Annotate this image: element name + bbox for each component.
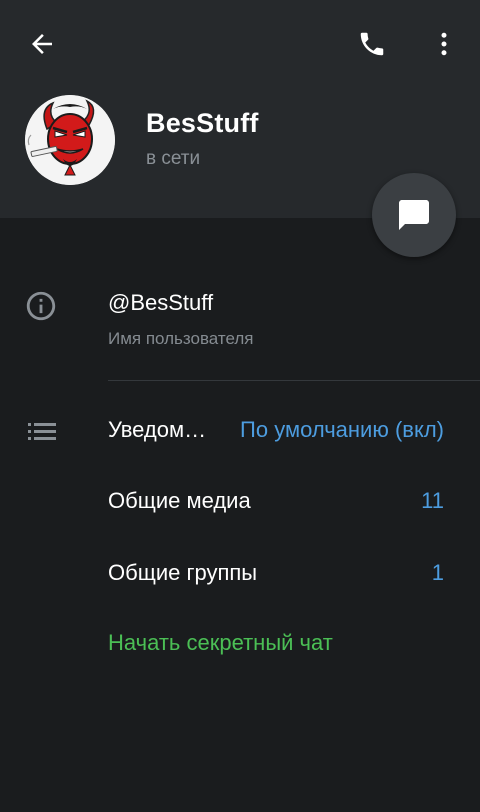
- back-button[interactable]: [18, 20, 66, 68]
- profile-name: BesStuff: [146, 108, 259, 138]
- devil-avatar-image: [25, 95, 115, 185]
- avatar[interactable]: [25, 95, 115, 185]
- shared-media-label: Общие медиа: [108, 488, 251, 513]
- shared-groups-count: 1: [431, 560, 444, 585]
- more-vertical-icon: [441, 32, 447, 56]
- username-label: Имя пользователя: [108, 329, 254, 348]
- shared-groups-label: Общие группы: [108, 560, 258, 585]
- divider: [108, 380, 480, 381]
- shared-media-row[interactable]: Общие медиа 11: [108, 481, 444, 521]
- info-icon: [24, 289, 58, 323]
- call-button[interactable]: [348, 20, 396, 68]
- notifications-row[interactable]: Уведомления По умолчанию (вкл): [108, 410, 444, 450]
- send-message-button[interactable]: [372, 173, 456, 257]
- start-secret-chat-button[interactable]: Начать секретный чат: [108, 630, 333, 656]
- shared-groups-row[interactable]: Общие группы 1: [108, 553, 444, 593]
- shared-media-count: 11: [421, 488, 444, 513]
- chat-bubble-icon: [399, 200, 429, 230]
- list-icon: [26, 418, 58, 446]
- more-options-button[interactable]: [420, 20, 468, 68]
- notifications-value: По умолчанию (вкл): [240, 417, 444, 442]
- username[interactable]: @BesStuff: [108, 290, 213, 316]
- online-status: в сети: [146, 148, 201, 169]
- phone-icon: [360, 32, 384, 56]
- notifications-label: Уведомления: [108, 417, 212, 442]
- arrow-back-icon: [32, 34, 52, 54]
